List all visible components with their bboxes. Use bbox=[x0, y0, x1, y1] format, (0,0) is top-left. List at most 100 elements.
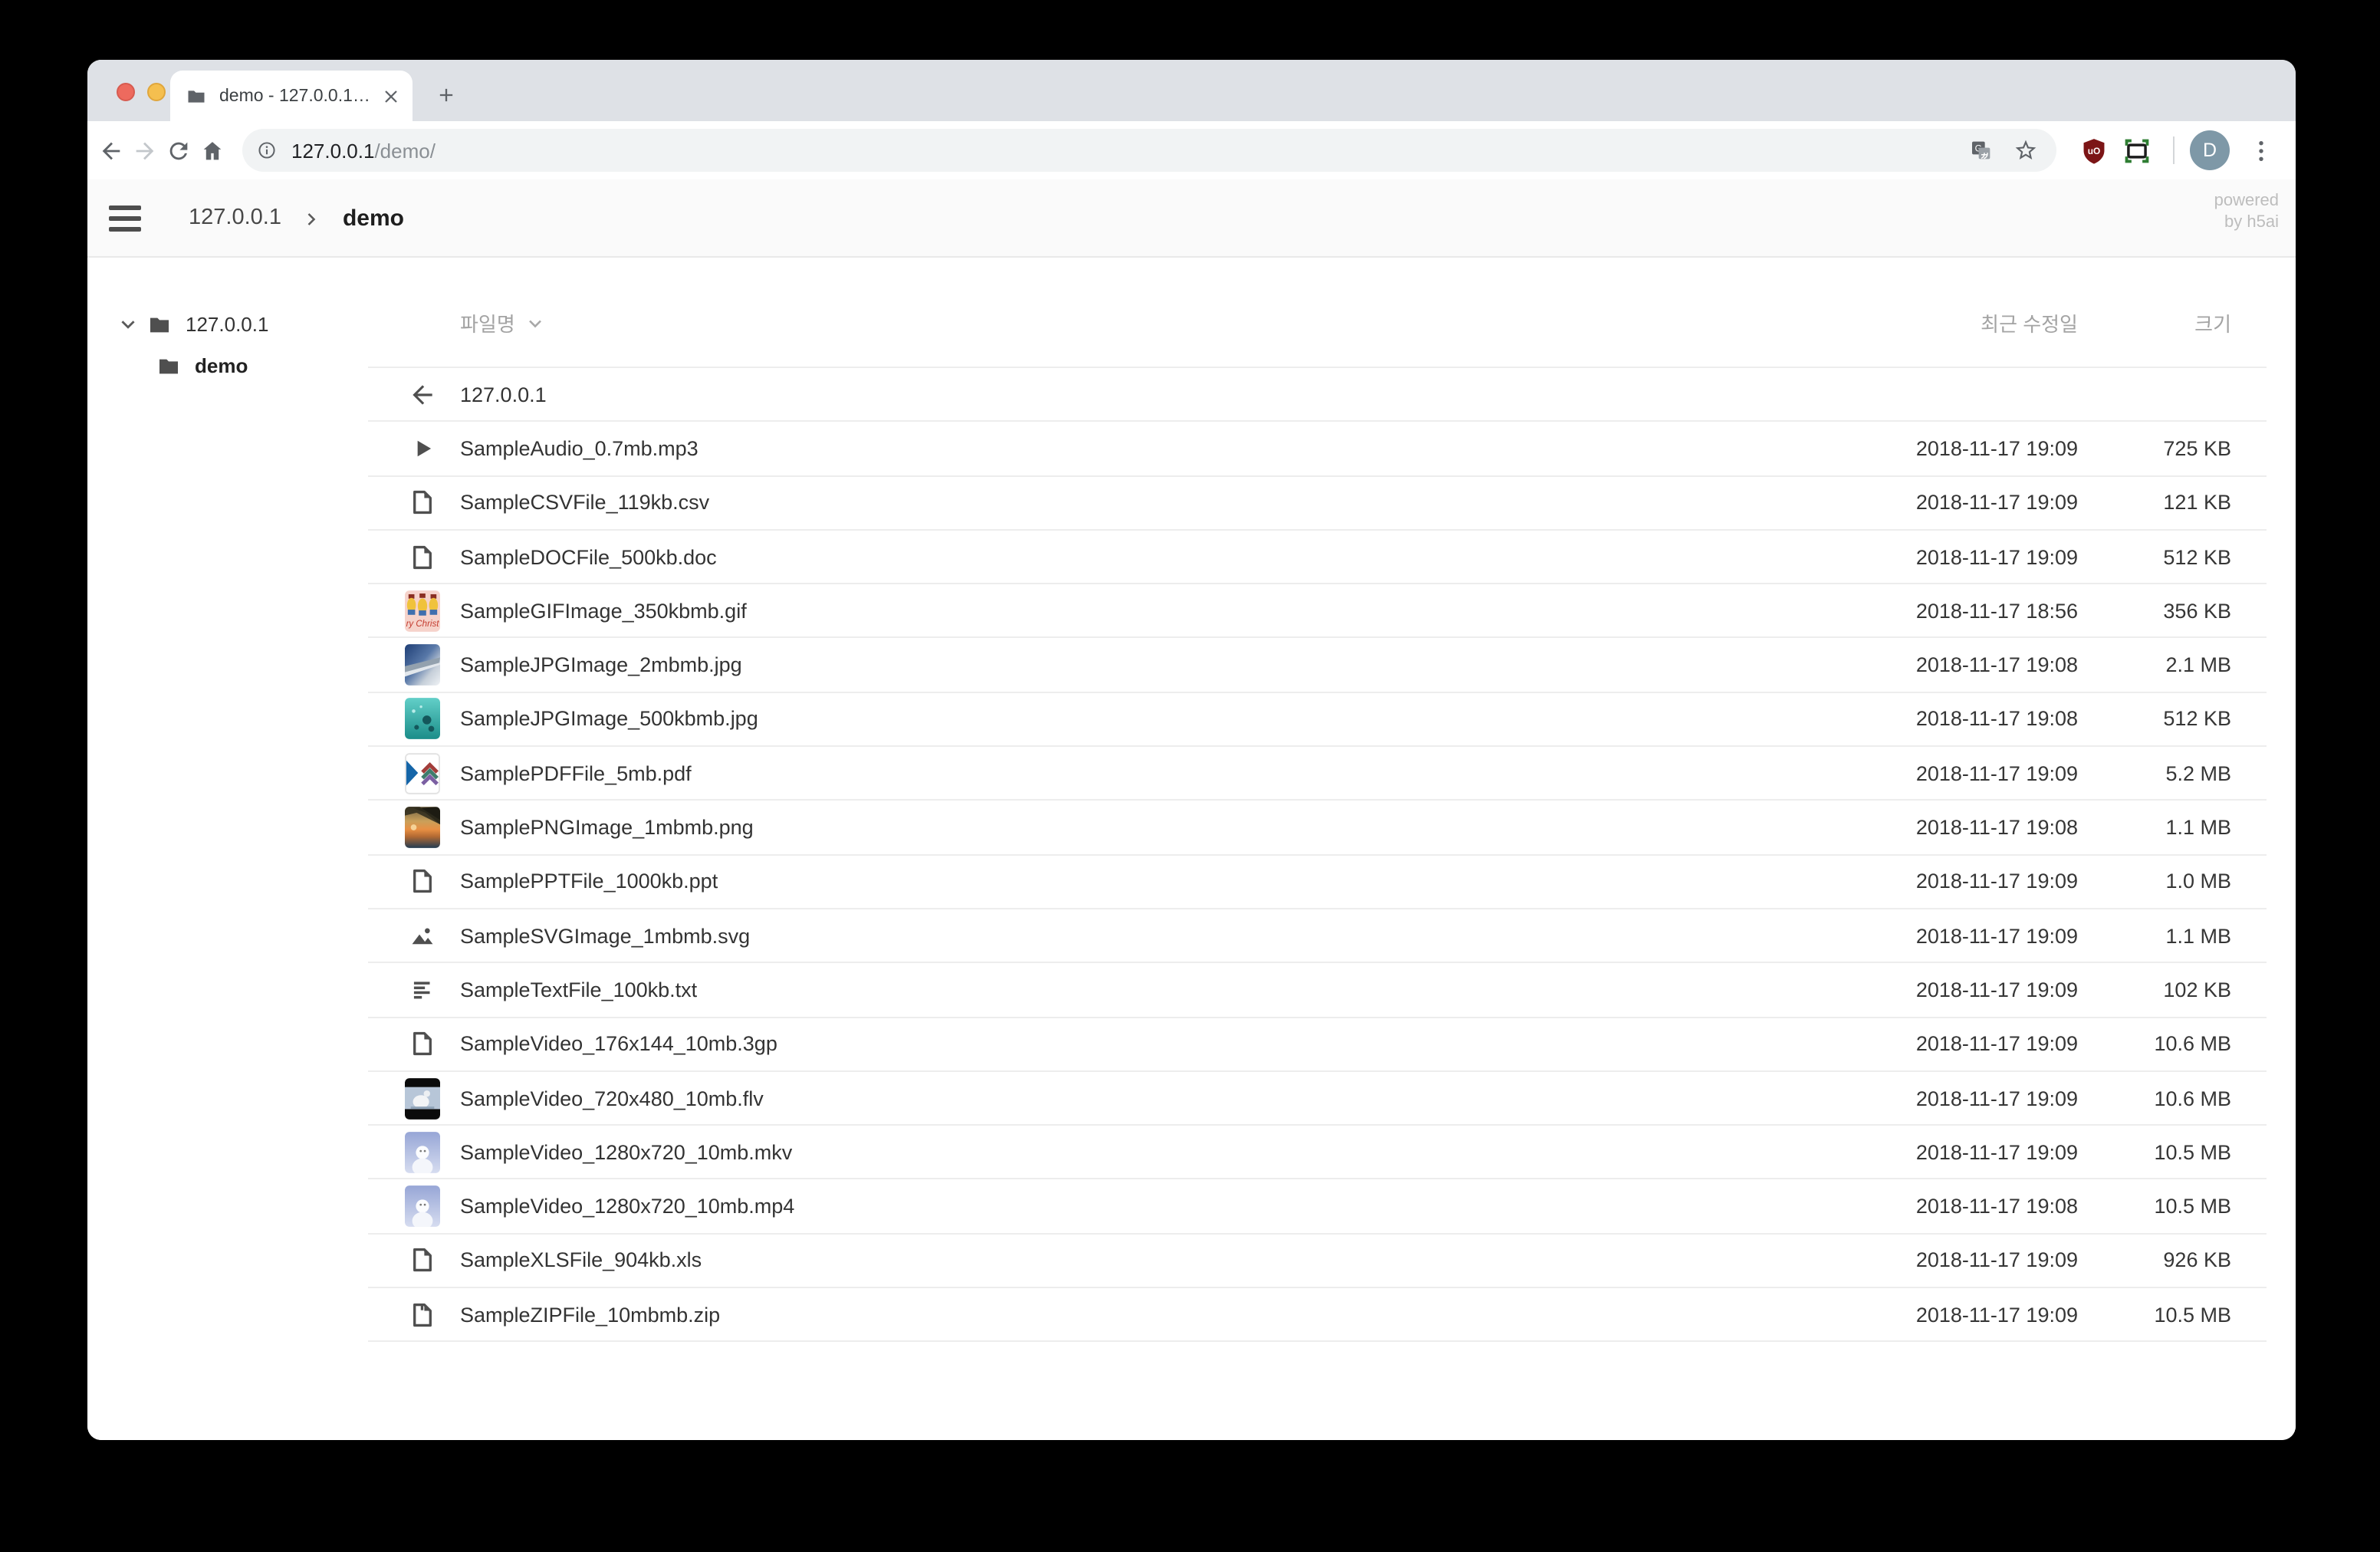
sidebar-tree: 127.0.0.1 demo bbox=[87, 258, 368, 386]
file-modified-date: 2018-11-17 19:09 bbox=[1848, 870, 2078, 893]
file-name[interactable]: SamplePNGImage_1mbmb.png bbox=[460, 816, 1848, 839]
file-name[interactable]: SampleXLSFile_904kb.xls bbox=[460, 1249, 1848, 1272]
breadcrumb-host[interactable]: 127.0.0.1 bbox=[189, 206, 281, 230]
file-modified-date: 2018-11-17 19:09 bbox=[1848, 924, 2078, 947]
url-path: /demo/ bbox=[374, 139, 436, 162]
file-size: 10.6 MB bbox=[2078, 1032, 2231, 1055]
jpg2-thumbnail bbox=[403, 643, 440, 686]
column-header-name[interactable]: 파일명 bbox=[368, 308, 1848, 337]
screenshot-extension-icon[interactable] bbox=[2115, 129, 2158, 172]
zip-file-icon bbox=[403, 1293, 440, 1336]
translate-icon[interactable]: G bbox=[1966, 135, 1997, 166]
file-name[interactable]: SampleJPGImage_500kbmb.jpg bbox=[460, 708, 1848, 731]
address-bar[interactable]: 127.0.0.1/demo/ G bbox=[242, 129, 2056, 172]
file-name[interactable]: SampleAudio_0.7mb.mp3 bbox=[460, 437, 1848, 460]
svg-text:ry Christ: ry Christ bbox=[406, 620, 439, 629]
table-row[interactable]: SamplePDFFile_5mb.pdf 2018-11-17 19:09 5… bbox=[368, 747, 2267, 801]
url-host: 127.0.0.1 bbox=[291, 139, 374, 162]
table-row[interactable]: SampleCSVFile_119kb.csv 2018-11-17 19:09… bbox=[368, 476, 2267, 531]
column-header-modified[interactable]: 최근 수정일 bbox=[1848, 308, 2078, 337]
pdf-thumbnail bbox=[403, 751, 440, 794]
browser-menu-icon[interactable] bbox=[2239, 129, 2282, 172]
home-button[interactable] bbox=[195, 133, 228, 167]
doc-file-icon bbox=[403, 1239, 440, 1282]
file-size: 356 KB bbox=[2078, 600, 2231, 623]
file-size: 10.5 MB bbox=[2078, 1141, 2231, 1164]
minimize-window-button[interactable] bbox=[147, 83, 166, 101]
file-modified-date: 2018-11-17 19:08 bbox=[1848, 816, 2078, 839]
file-size: 5.2 MB bbox=[2078, 761, 2231, 784]
sidebar-item-demo[interactable]: demo bbox=[87, 345, 368, 386]
sidebar-item-root[interactable]: 127.0.0.1 bbox=[87, 304, 368, 345]
file-name[interactable]: SampleGIFImage_350kbmb.gif bbox=[460, 600, 1848, 623]
file-name[interactable]: SamplePDFFile_5mb.pdf bbox=[460, 761, 1848, 784]
file-modified-date: 2018-11-17 19:09 bbox=[1848, 491, 2078, 514]
file-size: 10.5 MB bbox=[2078, 1195, 2231, 1218]
table-row[interactable]: SampleVideo_176x144_10mb.3gp 2018-11-17 … bbox=[368, 1018, 2267, 1072]
table-row[interactable]: SampleJPGImage_500kbmb.jpg 2018-11-17 19… bbox=[368, 693, 2267, 748]
forward-button[interactable] bbox=[127, 133, 161, 167]
table-row[interactable]: SampleVideo_720x480_10mb.flv 2018-11-17 … bbox=[368, 1072, 2267, 1126]
table-row[interactable]: SampleTextFile_100kb.txt 2018-11-17 19:0… bbox=[368, 964, 2267, 1018]
breadcrumb-current[interactable]: demo bbox=[343, 205, 404, 231]
folder-icon bbox=[186, 85, 207, 107]
table-row[interactable]: SampleZIPFile_10mbmb.zip 2018-11-17 19:0… bbox=[368, 1288, 2267, 1343]
file-name[interactable]: SampleSVGImage_1mbmb.svg bbox=[460, 924, 1848, 947]
file-name[interactable]: SampleCSVFile_119kb.csv bbox=[460, 491, 1848, 514]
file-modified-date: 2018-11-17 19:09 bbox=[1848, 437, 2078, 460]
tab-close-icon[interactable] bbox=[380, 85, 402, 107]
file-name[interactable]: SampleJPGImage_2mbmb.jpg bbox=[460, 653, 1848, 676]
file-name[interactable]: SampleVideo_1280x720_10mb.mp4 bbox=[460, 1195, 1848, 1218]
file-name[interactable]: SampleTextFile_100kb.txt bbox=[460, 978, 1848, 1001]
table-row[interactable]: SampleVideo_1280x720_10mb.mp4 2018-11-17… bbox=[368, 1180, 2267, 1235]
file-modified-date: 2018-11-17 19:08 bbox=[1848, 653, 2078, 676]
file-name[interactable]: SampleZIPFile_10mbmb.zip bbox=[460, 1303, 1848, 1326]
chevron-down-icon[interactable] bbox=[118, 314, 138, 334]
flv-thumbnail bbox=[403, 1077, 440, 1120]
back-button[interactable] bbox=[94, 133, 127, 167]
table-row[interactable]: SamplePNGImage_1mbmb.png 2018-11-17 19:0… bbox=[368, 801, 2267, 856]
file-name[interactable]: SampleVideo_1280x720_10mb.mkv bbox=[460, 1141, 1848, 1164]
audio-file-icon bbox=[403, 427, 440, 470]
table-row[interactable]: SampleAudio_0.7mb.mp3 2018-11-17 19:09 7… bbox=[368, 423, 2267, 477]
table-row[interactable]: SampleXLSFile_904kb.xls 2018-11-17 19:09… bbox=[368, 1235, 2267, 1289]
breadcrumb: 127.0.0.1 demo bbox=[189, 205, 404, 231]
parent-directory-row[interactable]: 127.0.0.1 bbox=[368, 368, 2267, 423]
url-text[interactable]: 127.0.0.1/demo/ bbox=[291, 139, 1952, 162]
close-window-button[interactable] bbox=[117, 83, 135, 101]
reload-button[interactable] bbox=[161, 133, 195, 167]
table-row[interactable]: SampleDOCFile_500kb.doc 2018-11-17 19:09… bbox=[368, 531, 2267, 585]
tab-strip: demo - 127.0.0.1 > demo bbox=[87, 60, 2296, 121]
parent-directory-label: 127.0.0.1 bbox=[460, 383, 1848, 406]
file-size: 10.6 MB bbox=[2078, 1087, 2231, 1110]
column-header-size[interactable]: 크기 bbox=[2078, 308, 2231, 337]
table-row[interactable]: ry Christ SampleGIFImage_350kbmb.gif 201… bbox=[368, 584, 2267, 639]
sidebar-toggle-button[interactable] bbox=[109, 205, 141, 231]
toolbar-separator bbox=[2173, 136, 2175, 164]
file-modified-date: 2018-11-17 18:56 bbox=[1848, 600, 2078, 623]
table-row[interactable]: SampleSVGImage_1mbmb.svg 2018-11-17 19:0… bbox=[368, 909, 2267, 964]
file-modified-date: 2018-11-17 19:08 bbox=[1848, 708, 2078, 731]
sort-chevron-icon bbox=[526, 314, 544, 332]
file-name[interactable]: SampleVideo_176x144_10mb.3gp bbox=[460, 1032, 1848, 1055]
profile-avatar[interactable]: D bbox=[2190, 130, 2230, 170]
site-info-icon[interactable] bbox=[256, 140, 278, 161]
bookmark-star-icon[interactable] bbox=[2010, 135, 2041, 166]
mkv-thumbnail bbox=[403, 1131, 440, 1174]
file-size: 1.1 MB bbox=[2078, 924, 2231, 947]
table-row[interactable]: SampleVideo_1280x720_10mb.mkv 2018-11-17… bbox=[368, 1126, 2267, 1180]
table-header: 파일명 최근 수정일 크기 bbox=[368, 258, 2267, 368]
browser-tab[interactable]: demo - 127.0.0.1 > demo bbox=[170, 71, 413, 121]
file-name[interactable]: SampleVideo_720x480_10mb.flv bbox=[460, 1087, 1848, 1110]
doc-file-icon bbox=[403, 481, 440, 524]
table-row[interactable]: SamplePPTFile_1000kb.ppt 2018-11-17 19:0… bbox=[368, 855, 2267, 909]
file-name[interactable]: SampleDOCFile_500kb.doc bbox=[460, 545, 1848, 568]
ublock-extension-icon[interactable]: uO bbox=[2072, 129, 2115, 172]
table-row[interactable]: SampleJPGImage_2mbmb.jpg 2018-11-17 19:0… bbox=[368, 639, 2267, 693]
new-tab-button[interactable] bbox=[428, 77, 465, 113]
file-name[interactable]: SamplePPTFile_1000kb.ppt bbox=[460, 870, 1848, 893]
file-size: 926 KB bbox=[2078, 1249, 2231, 1272]
doc-file-icon bbox=[403, 1022, 440, 1065]
h5ai-topbar: 127.0.0.1 demo powered by h5ai bbox=[87, 179, 2296, 258]
powered-by-h5ai-link[interactable]: powered by h5ai bbox=[2214, 190, 2279, 233]
